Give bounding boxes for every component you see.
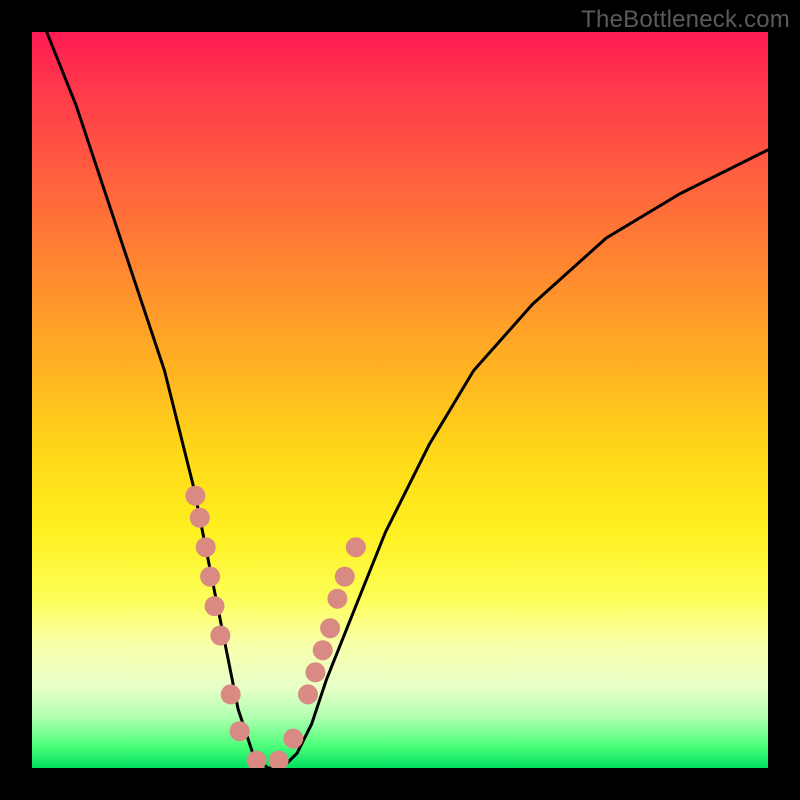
data-marker	[269, 751, 289, 768]
data-marker	[210, 626, 230, 646]
data-marker	[230, 721, 250, 741]
watermark-text: TheBottleneck.com	[581, 6, 790, 34]
data-marker	[327, 589, 347, 609]
data-marker	[283, 729, 303, 749]
data-marker	[320, 618, 340, 638]
bottleneck-curve	[47, 32, 768, 768]
data-marker	[221, 684, 241, 704]
data-marker	[185, 486, 205, 506]
data-marker	[305, 662, 325, 682]
data-marker	[205, 596, 225, 616]
data-marker	[346, 537, 366, 557]
plot-area	[32, 32, 768, 768]
marker-cluster-right	[269, 537, 366, 768]
chart-frame: TheBottleneck.com	[0, 0, 800, 800]
data-marker	[335, 567, 355, 587]
data-marker	[298, 684, 318, 704]
chart-svg	[32, 32, 768, 768]
data-marker	[247, 751, 267, 768]
marker-cluster-left	[185, 486, 266, 768]
data-marker	[200, 567, 220, 587]
data-marker	[190, 508, 210, 528]
data-marker	[196, 537, 216, 557]
data-marker	[313, 640, 333, 660]
